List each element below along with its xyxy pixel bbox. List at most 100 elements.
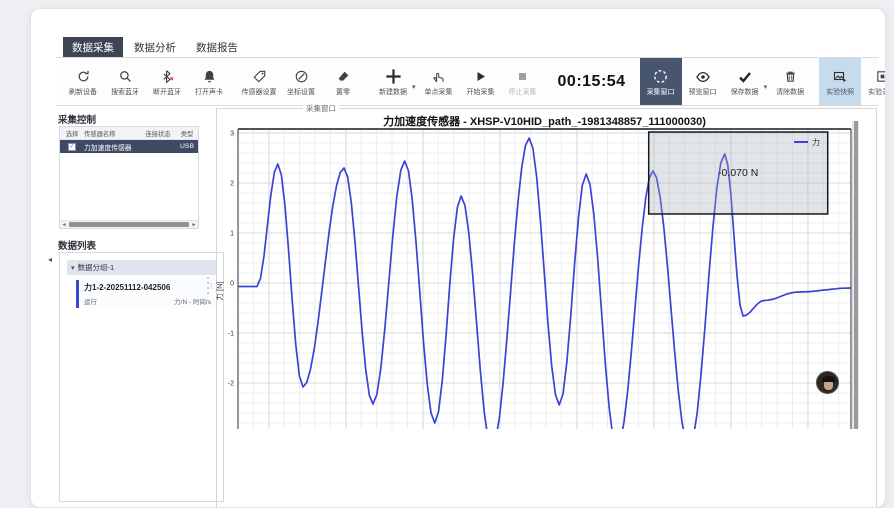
toolbar-label: 断开蓝牙 [153, 89, 181, 96]
assistant-avatar[interactable] [816, 371, 839, 394]
toolbar-label: 搜索蓝牙 [111, 89, 139, 96]
main-tabbar: 数据采集 数据分析 数据报告 [63, 37, 247, 59]
sensor-name: 力加速度传感器 [84, 142, 140, 152]
clear-data-button[interactable]: 清除数据 [769, 58, 811, 105]
toolbar: 刷新设备 搜索蓝牙 断开蓝牙 打开声卡 传感器设置 [56, 57, 879, 106]
single-point-collect-button[interactable]: 单点采集 [418, 58, 460, 105]
data-list-item[interactable]: 力1-2-20251112-042506 运行 力/N - 时间/s ⋮ [76, 279, 217, 309]
play-icon [473, 68, 488, 86]
bluetooth-off-icon [160, 68, 175, 86]
tab-data-collection[interactable]: 数据采集 [63, 37, 123, 59]
coordinate-settings-button[interactable]: 坐标设置 [280, 58, 322, 105]
toolbar-label: 打开声卡 [195, 89, 223, 96]
experiment-snapshot-button[interactable]: 实验快照 [819, 58, 861, 105]
sensor-tag-icon [252, 68, 267, 86]
group-expand-icon[interactable]: ▾ [71, 264, 75, 272]
compass-edit-icon [294, 68, 309, 86]
refresh-device-button[interactable]: 刷新设备 [62, 58, 104, 105]
item-title: 力1-2-20251112-042506 [84, 282, 211, 293]
hscroll-thumb[interactable] [69, 222, 189, 227]
new-data-button[interactable]: 新建数据 [372, 58, 414, 105]
sidebar-collapse-handle[interactable]: ◂ [48, 255, 52, 264]
start-collect-button[interactable]: 开始采集 [460, 58, 502, 105]
collection-timer: 00:15:54 [558, 73, 626, 91]
item-status: 运行 [84, 296, 97, 306]
tab-data-analysis[interactable]: 数据分析 [125, 37, 185, 59]
col-connect-status: 连接状态 [140, 129, 176, 138]
sensor-row[interactable]: ✓ 力加速度传感器 USB [60, 140, 198, 153]
toolbar-label: 停止采集 [509, 89, 537, 96]
toolbar-label: 单点采集 [425, 89, 453, 96]
experiment-record-button[interactable]: 实验录制 [861, 58, 886, 105]
svg-text:3: 3 [230, 131, 234, 138]
force-time-chart[interactable]: 3 2 1 0 -1 -2 力 [N] -0.070 N 力 [216, 121, 866, 429]
svg-text:-2: -2 [228, 381, 234, 388]
disconnect-bluetooth-button[interactable]: 断开蓝牙 [146, 58, 188, 105]
svg-text:力 [N]: 力 [N] [216, 281, 224, 300]
scroll-left-icon[interactable]: ◄ [60, 222, 68, 228]
collect-control-title: 采集控制 [58, 112, 96, 126]
stop-collect-button[interactable]: 停止采集 [502, 58, 544, 105]
search-bluetooth-button[interactable]: 搜索蓝牙 [104, 58, 146, 105]
trash-icon [783, 68, 798, 86]
toolbar-label: 置零 [336, 89, 350, 96]
item-accent-bar [76, 280, 79, 308]
toolbar-label: 清除数据 [776, 89, 804, 96]
avatar-hair [822, 376, 835, 382]
item-axes: 力/N - 时间/s [174, 296, 211, 306]
toolbar-label: 采集窗口 [647, 89, 675, 96]
collection-window-button[interactable]: 采集窗口 [640, 58, 682, 105]
scroll-right-icon[interactable]: ► [190, 222, 198, 228]
search-icon [118, 68, 133, 86]
sensor-table: 选择 传感器名称 连接状态 类型 ✓ 力加速度传感器 USB ◄ ► [59, 126, 199, 229]
eye-icon [695, 68, 711, 86]
plus-icon [384, 68, 403, 86]
toolbar-label: 新建数据 [379, 89, 407, 96]
toolbar-label: 实验录制 [868, 89, 886, 96]
panel-splitter[interactable] [207, 277, 209, 294]
data-list-title: 数据列表 [58, 238, 96, 252]
tab-data-report[interactable]: 数据报告 [187, 37, 247, 59]
toolbar-label: 保存数据 [731, 89, 759, 96]
open-soundcard-button[interactable]: 打开声卡 [188, 58, 230, 105]
set-zero-button[interactable]: 置零 [322, 58, 364, 105]
sensor-settings-button[interactable]: 传感器设置 [238, 58, 280, 105]
refresh-icon [76, 68, 91, 86]
app-window: 数据采集 数据分析 数据报告 刷新设备 搜索蓝牙 断开蓝牙 [30, 8, 886, 508]
chart-vscrollbar[interactable] [852, 121, 859, 429]
sensor-checkbox[interactable]: ✓ [68, 143, 75, 151]
svg-text:1: 1 [230, 231, 234, 238]
data-list-panel: ▾ 数据分组-1 力1-2-20251112-042506 运行 力/N - 时… [59, 252, 224, 502]
svg-text:-0.070 N: -0.070 N [718, 167, 758, 179]
preview-window-button[interactable]: 预览窗口 [682, 58, 724, 105]
col-sensor-name: 传感器名称 [84, 129, 140, 138]
record-icon [875, 68, 886, 86]
toolbar-label: 坐标设置 [287, 89, 315, 96]
vscroll-thumb[interactable] [854, 121, 858, 429]
svg-text:0: 0 [230, 281, 234, 288]
col-select: 选择 [60, 129, 84, 138]
dashed-circle-icon [652, 68, 669, 86]
sensor-table-header: 选择 传感器名称 连接状态 类型 [60, 127, 198, 140]
toolbar-label: 传感器设置 [242, 89, 277, 96]
svg-text:2: 2 [230, 181, 234, 188]
toolbar-label: 刷新设备 [69, 89, 97, 96]
svg-text:-1: -1 [228, 331, 234, 338]
toolbar-label: 预览窗口 [689, 89, 717, 96]
svg-text:力: 力 [812, 137, 820, 147]
data-group-row[interactable]: ▾ 数据分组-1 [67, 260, 217, 275]
save-data-button[interactable]: 保存数据 [724, 58, 766, 105]
hand-point-icon [431, 68, 446, 86]
stop-icon [515, 68, 530, 86]
sensor-type: USB [176, 143, 198, 150]
group-label: 数据分组-1 [78, 262, 115, 273]
zero-eraser-icon [336, 68, 351, 86]
toolbar-label: 开始采集 [467, 89, 495, 96]
sensor-table-hscrollbar[interactable]: ◄ ► [60, 220, 198, 228]
bell-icon [202, 68, 217, 86]
check-icon [737, 68, 753, 86]
col-type: 类型 [176, 129, 198, 138]
item-menu-icon[interactable]: ⋮ [208, 282, 215, 290]
toolbar-label: 实验快照 [826, 89, 854, 96]
snapshot-icon [832, 68, 848, 86]
